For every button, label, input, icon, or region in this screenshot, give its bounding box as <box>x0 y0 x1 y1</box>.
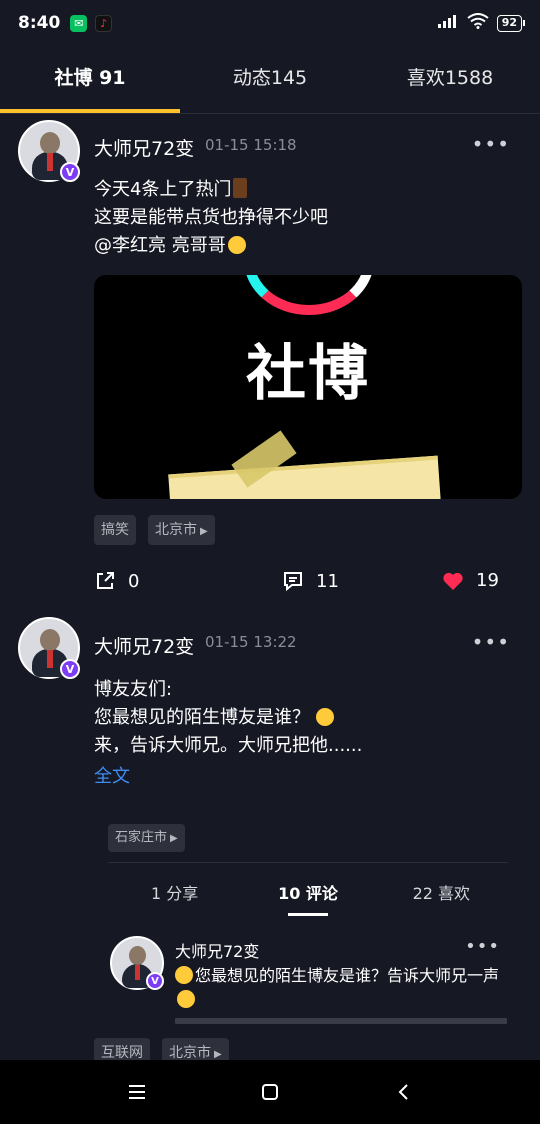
avatar[interactable]: V <box>18 617 80 679</box>
smile-emoji-icon <box>175 966 193 984</box>
post-line: 您最想见的陌生博友是谁？ <box>94 707 310 728</box>
like-count: 19 <box>476 570 499 591</box>
like-button[interactable]: 19 <box>442 570 499 591</box>
post-actions: 0 11 19 <box>0 570 540 600</box>
comment-text: 您最想见的陌生博友是谁？告诉大师兄一声 <box>175 964 510 1012</box>
paper-graphic <box>168 455 442 499</box>
battery-indicator: 92 <box>496 14 526 32</box>
tab-dynamics[interactable]: 动态145 <box>180 56 360 113</box>
location-chip[interactable]: 北京市 ▶ <box>148 515 215 545</box>
home-button[interactable] <box>240 1067 300 1117</box>
heart-icon <box>442 571 464 591</box>
post-line: 这要是能带点货也挣得不少吧 <box>94 207 328 228</box>
more-options-icon[interactable]: ••• <box>472 132 510 156</box>
comment-avatar[interactable]: V <box>110 936 164 990</box>
full-text-link[interactable]: 全文 <box>94 762 130 788</box>
verified-badge-icon: V <box>146 972 164 990</box>
location-chip[interactable]: 石家庄市 ▶ <box>108 824 185 852</box>
tab-comments[interactable]: 10 评论 <box>241 876 374 916</box>
media-caption: 社博 <box>246 339 370 409</box>
status-bar: 8:40 ✉ ♪ 92 <box>0 0 540 46</box>
smile-emoji-icon <box>316 708 334 726</box>
share-button[interactable]: 0 <box>94 570 139 592</box>
post-line: 来，告诉大师兄。大师兄把他...... <box>94 735 363 756</box>
tabs-divider <box>0 113 540 114</box>
comment-icon <box>282 570 304 592</box>
post-time: 01-15 15:18 <box>205 136 297 154</box>
comment-divider <box>175 1018 507 1024</box>
more-options-icon[interactable]: ••• <box>472 630 510 654</box>
tongue-emoji-icon <box>227 236 246 254</box>
avatar[interactable]: V <box>18 120 80 182</box>
chevron-right-icon: ▶ <box>214 1049 222 1060</box>
status-time: 8:40 <box>18 13 61 33</box>
share-icon <box>94 570 116 592</box>
tiktok-logo-icon <box>244 275 374 315</box>
comment-author[interactable]: 大师兄72变 <box>175 938 259 962</box>
signal-icon <box>437 13 459 33</box>
comment-count: 11 <box>316 570 339 592</box>
door-emoji-icon <box>233 178 248 198</box>
tiktok-icon: ♪ <box>95 14 113 32</box>
tab-shares[interactable]: 1 分享 <box>108 876 241 916</box>
wifi-icon <box>467 13 489 33</box>
grin-emoji-icon <box>177 990 195 1008</box>
post-author[interactable]: 大师兄72变 <box>94 632 194 659</box>
tag-chip[interactable]: 搞笑 <box>94 515 136 545</box>
chevron-right-icon: ▶ <box>200 526 208 537</box>
post-time: 01-15 13:22 <box>205 633 297 651</box>
wechat-icon: ✉ <box>70 14 88 32</box>
post-body: 博友友们: 您最想见的陌生博友是谁？ 来，告诉大师兄。大师兄把他...... <box>94 676 524 760</box>
chevron-right-icon: ▶ <box>170 833 178 844</box>
profile-tabs: 社博 91 动态145 喜欢1588 <box>0 56 540 113</box>
back-icon <box>398 1084 409 1100</box>
post-mention-line[interactable]: @李红亮 亮哥哥 <box>94 235 226 256</box>
system-nav-bar <box>0 1060 540 1124</box>
menu-button[interactable] <box>107 1067 167 1117</box>
post-author[interactable]: 大师兄72变 <box>94 134 194 161</box>
tab-likes[interactable]: 22 喜欢 <box>375 876 508 916</box>
post-body: 今天4条上了热门 这要是能带点货也挣得不少吧 @李红亮 亮哥哥 <box>94 176 524 260</box>
share-count: 0 <box>128 570 140 592</box>
post-line: 博友友们: <box>94 679 173 700</box>
post-line: 今天4条上了热门 <box>94 179 232 200</box>
engagement-tabs: 1 分享 10 评论 22 喜欢 <box>108 876 508 916</box>
home-icon <box>261 1084 278 1100</box>
menu-icon <box>128 1085 145 1099</box>
tab-likes[interactable]: 喜欢1588 <box>360 56 540 113</box>
comment-more-icon[interactable]: ••• <box>465 936 500 957</box>
verified-badge-icon: V <box>60 659 80 679</box>
sub-divider <box>108 862 508 863</box>
verified-badge-icon: V <box>60 162 80 182</box>
comment-button[interactable]: 11 <box>282 570 339 592</box>
post-media[interactable]: 社博 <box>94 275 522 499</box>
back-button[interactable] <box>373 1067 433 1117</box>
tab-shebo[interactable]: 社博 91 <box>0 56 180 113</box>
